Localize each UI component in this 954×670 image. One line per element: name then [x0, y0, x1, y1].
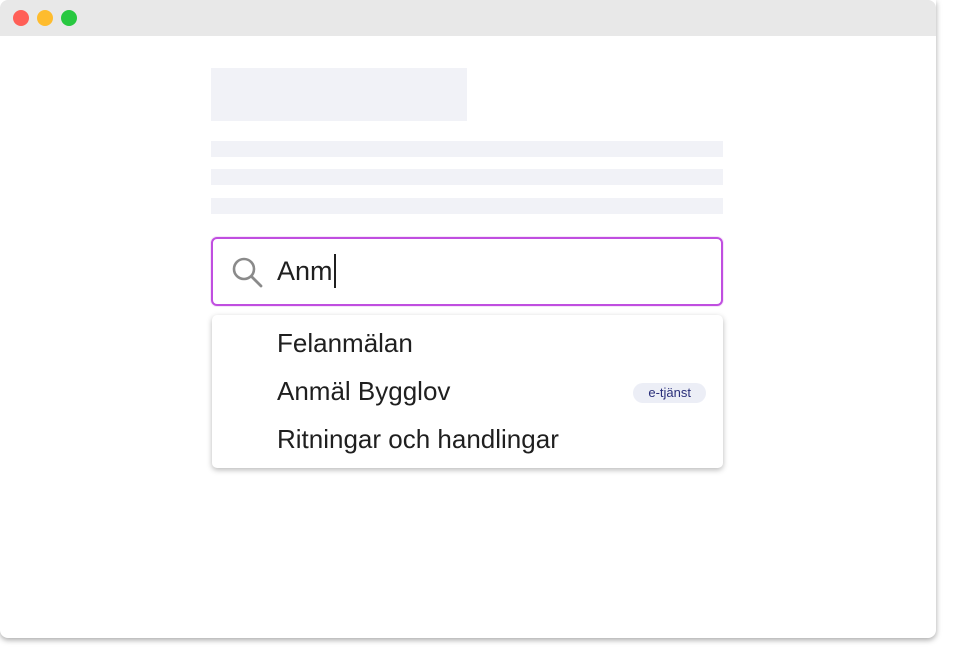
placeholder-heading — [211, 68, 467, 121]
window-titlebar — [0, 0, 936, 36]
suggestion-label: Anmäl Bygglov — [277, 376, 451, 406]
search-input[interactable]: Anm — [277, 253, 336, 289]
browser-window: Anm Felanmälan Anmäl Bygglov e-tjänst Ri… — [0, 0, 936, 638]
e-service-badge: e-tjänst — [633, 383, 706, 403]
search-icon — [231, 256, 263, 288]
placeholder-text-line — [211, 198, 723, 214]
close-window-button[interactable] — [13, 10, 29, 26]
placeholder-text-line — [211, 169, 723, 185]
suggestion-label: Ritningar och handlingar — [277, 424, 559, 454]
suggestion-item[interactable]: Felanmälan — [212, 319, 723, 367]
suggestion-label: Felanmälan — [277, 328, 413, 358]
text-caret — [333, 254, 336, 288]
search-input-value: Anm — [277, 256, 333, 286]
minimize-window-button[interactable] — [37, 10, 53, 26]
search-field[interactable]: Anm — [211, 237, 723, 306]
maximize-window-button[interactable] — [61, 10, 77, 26]
suggestion-item[interactable]: Ritningar och handlingar — [212, 415, 723, 463]
suggestion-item[interactable]: Anmäl Bygglov e-tjänst — [212, 367, 723, 415]
placeholder-text-line — [211, 141, 723, 157]
suggestion-dropdown: Felanmälan Anmäl Bygglov e-tjänst Ritnin… — [212, 315, 723, 468]
